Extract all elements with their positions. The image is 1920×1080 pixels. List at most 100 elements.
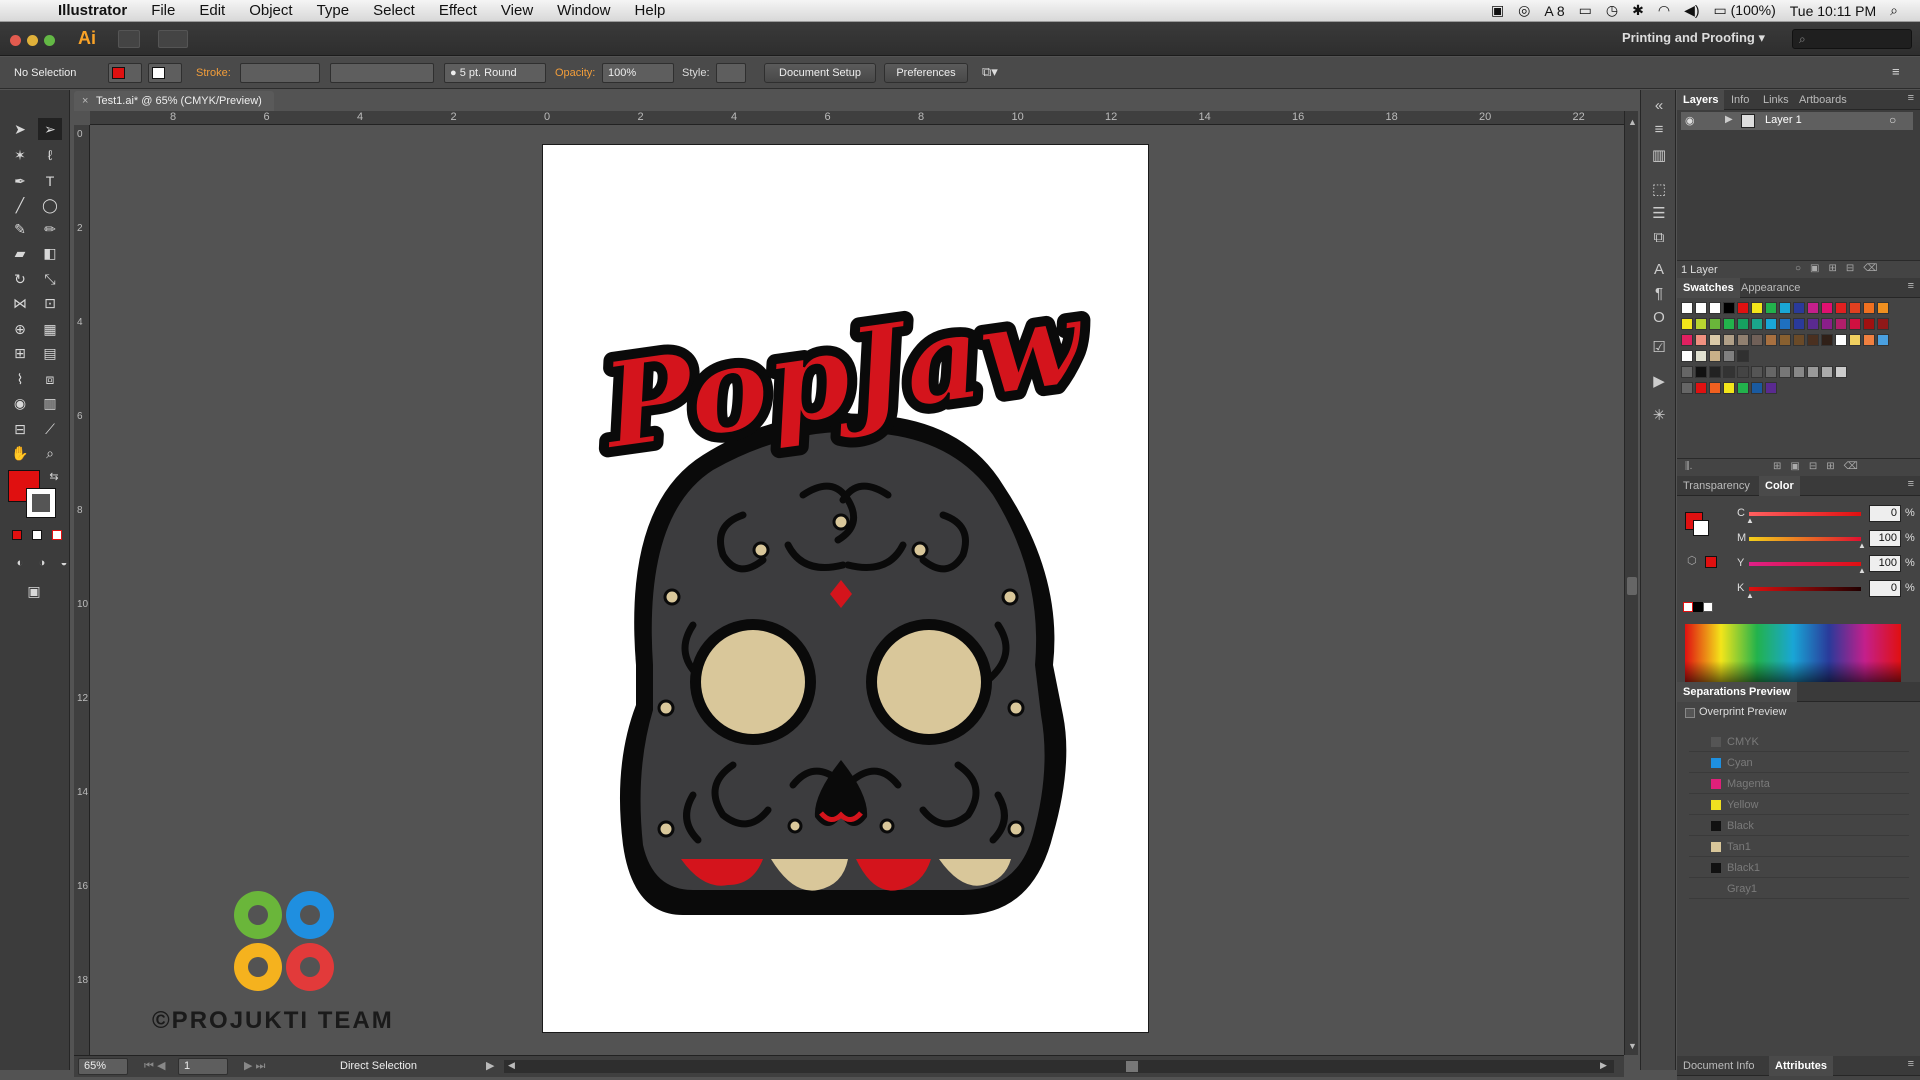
color-panel-menu-icon[interactable]: ≡ [1908, 478, 1914, 490]
hand-tool-icon[interactable]: ✋ [8, 442, 32, 464]
cmyk-slider-track[interactable] [1749, 562, 1861, 566]
first-artboard-icon[interactable]: ⏮ ◀ [144, 1059, 165, 1073]
color-swatch[interactable] [1695, 302, 1707, 314]
cmyk-slider-handle[interactable]: ▲ [1858, 541, 1866, 550]
color-swatch[interactable] [1779, 302, 1791, 314]
menu-effect[interactable]: Effect [427, 0, 489, 22]
color-swatch[interactable] [1723, 350, 1735, 362]
swap-colors-icon[interactable]: ⇆ [42, 466, 66, 488]
color-swatch[interactable] [1681, 350, 1693, 362]
expand-layer-icon[interactable]: ▶ [1725, 114, 1733, 125]
adobe-updates-icon[interactable]: A 8 [1544, 3, 1564, 19]
color-swatch[interactable] [1835, 366, 1847, 378]
color-swatch[interactable] [1793, 318, 1805, 330]
canvas-area[interactable]: PopJaw PopJaw ©PROJUKTI TEAM [90, 125, 1624, 1055]
color-swatch[interactable] [1807, 302, 1819, 314]
gradient-mode-button[interactable] [32, 530, 42, 540]
color-swatch[interactable] [1765, 302, 1777, 314]
color-swatch[interactable] [1835, 334, 1847, 346]
vertical-scroll-thumb[interactable] [1627, 577, 1637, 595]
magic-wand-tool-icon[interactable]: ✶ [8, 144, 32, 166]
bluetooth-icon[interactable]: ✱ [1632, 2, 1644, 19]
perspective-grid-tool-icon[interactable]: ▦ [38, 318, 62, 340]
layer-row[interactable]: ◉ ▶ Layer 1 ○ [1681, 112, 1913, 130]
color-swatch[interactable] [1793, 302, 1805, 314]
symbol-sprayer-tool-icon[interactable]: ◉ [8, 392, 32, 414]
color-swatch[interactable] [1835, 302, 1847, 314]
battery-icon[interactable]: ▭ (100%) [1714, 2, 1776, 19]
color-swatch[interactable] [1849, 318, 1861, 330]
tab-document-info[interactable]: Document Info [1677, 1056, 1761, 1076]
opentype-panel-icon[interactable]: O [1649, 308, 1669, 328]
menu-help[interactable]: Help [623, 0, 678, 22]
color-swatch[interactable] [1709, 382, 1721, 394]
cmyk-slider-track[interactable] [1749, 512, 1861, 516]
screen-mode-icon[interactable]: ▣ [22, 580, 46, 602]
cmyk-value-field[interactable]: 0 [1869, 505, 1901, 522]
color-swatch[interactable] [1737, 334, 1749, 346]
gradient-panel-icon[interactable]: ▥ [1649, 146, 1669, 166]
menu-type[interactable]: Type [305, 0, 362, 22]
layer-name[interactable]: Layer 1 [1765, 114, 1802, 126]
scroll-left-icon[interactable]: ◀ [508, 1060, 515, 1071]
none-mode-button[interactable] [52, 530, 62, 540]
color-swatch[interactable] [1681, 334, 1693, 346]
preferences-button[interactable]: Preferences [884, 63, 968, 83]
mesh-tool-icon[interactable]: ⊞ [8, 342, 32, 364]
tab-appearance[interactable]: Appearance [1735, 278, 1806, 298]
color-swatch[interactable] [1695, 366, 1707, 378]
shape-builder-tool-icon[interactable]: ⊕ [8, 318, 32, 340]
cmyk-slider-handle[interactable]: ▲ [1746, 591, 1754, 600]
stroke-color-dropdown[interactable] [148, 63, 182, 83]
blob-brush-tool-icon[interactable]: ▰ [8, 242, 32, 264]
status-menu-arrow-icon[interactable]: ▶ [486, 1059, 494, 1072]
column-graph-tool-icon[interactable]: ▥ [38, 392, 62, 414]
color-swatch[interactable] [1737, 302, 1749, 314]
separation-item[interactable]: Black [1689, 816, 1909, 836]
color-swatch[interactable] [1681, 366, 1693, 378]
collapse-panels-icon[interactable]: « [1649, 96, 1669, 116]
stroke-label[interactable]: Stroke: [196, 67, 231, 79]
separation-item[interactable]: CMYK [1689, 732, 1909, 752]
free-transform-tool-icon[interactable]: ⊡ [38, 292, 62, 314]
color-swatch[interactable] [1709, 302, 1721, 314]
cmyk-value-field[interactable]: 100 [1869, 555, 1901, 572]
swatch-libraries-icon[interactable]: ⫼. [1685, 461, 1692, 472]
paragraph-panel-icon[interactable]: ¶ [1649, 284, 1669, 304]
color-swatch[interactable] [1877, 302, 1889, 314]
color-swatch[interactable] [1681, 318, 1693, 330]
color-swatch[interactable] [1681, 302, 1693, 314]
stroke-weight-field[interactable] [240, 63, 320, 83]
color-swatch[interactable] [1765, 318, 1777, 330]
color-swatch[interactable] [1863, 318, 1875, 330]
color-swatch[interactable] [1863, 302, 1875, 314]
swatch-actions-icon[interactable]: ⊞▣⊟⊞⌫ [1773, 461, 1867, 472]
character-panel-icon[interactable]: A [1649, 260, 1669, 280]
tab-info[interactable]: Info [1725, 90, 1755, 110]
color-swatch[interactable] [1765, 366, 1777, 378]
color-swatch[interactable] [1723, 318, 1735, 330]
color-swatch[interactable] [1723, 366, 1735, 378]
volume-icon[interactable]: ◀) [1684, 2, 1699, 19]
variable-width-dropdown[interactable] [330, 63, 434, 83]
color-swatch[interactable] [1709, 318, 1721, 330]
color-swatch[interactable] [1681, 382, 1693, 394]
eraser-tool-icon[interactable]: ◧ [38, 242, 62, 264]
color-guide-icon[interactable]: ≡ [1649, 120, 1669, 140]
gradient-tool-icon[interactable]: ▤ [38, 342, 62, 364]
brush-dropdown[interactable]: ● 5 pt. Round [444, 63, 546, 83]
color-swatch[interactable] [1751, 366, 1763, 378]
opacity-field[interactable]: 100% [602, 63, 674, 83]
color-swatch[interactable] [1723, 382, 1735, 394]
symbols-panel-icon[interactable]: ✳ [1649, 406, 1669, 426]
lasso-tool-icon[interactable]: ℓ [38, 144, 62, 166]
document-tab[interactable]: × Test1.ai* @ 65% (CMYK/Preview) [74, 91, 274, 111]
zoom-level-field[interactable]: 65% [78, 1058, 128, 1075]
display-icon[interactable]: ▭ [1579, 2, 1592, 19]
color-swatch[interactable] [1807, 318, 1819, 330]
opacity-label[interactable]: Opacity: [555, 67, 595, 79]
cmyk-value-field[interactable]: 100 [1869, 530, 1901, 547]
white-color-chip[interactable] [1703, 602, 1713, 612]
color-swatch[interactable] [1863, 334, 1875, 346]
zoom-window-button[interactable] [44, 35, 55, 46]
